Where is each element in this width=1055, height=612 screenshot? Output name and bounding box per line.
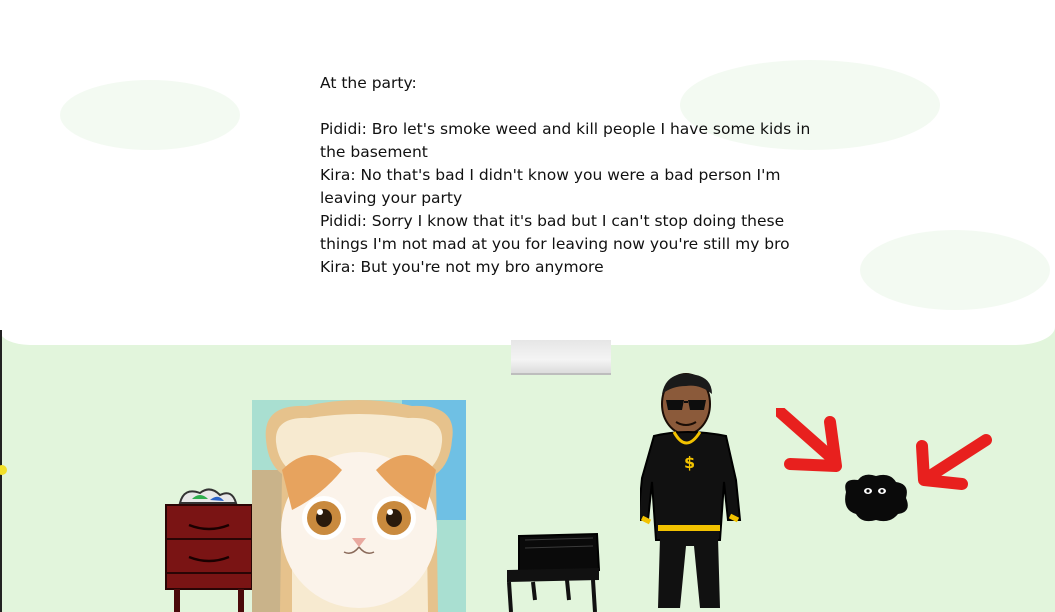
story-line: Pididi: Sorry I know that it's bad but I… xyxy=(320,212,790,253)
story-line: Kira: But you're not my bro anymore xyxy=(320,258,604,276)
black-creature xyxy=(845,474,908,522)
paint-smudge xyxy=(860,230,1050,310)
paint-smudge xyxy=(60,80,240,150)
piano-drawing xyxy=(507,532,600,612)
yellow-dot xyxy=(0,465,7,475)
story-text: At the party: Pididi: Bro let's smoke we… xyxy=(320,72,815,279)
red-arrow-left xyxy=(776,408,842,472)
bread-cat-illustration xyxy=(252,400,466,612)
photo-scrap xyxy=(511,340,611,375)
man-drawing: $ xyxy=(640,373,742,608)
bread-cat-photo xyxy=(252,400,466,612)
drawer-drawing xyxy=(165,488,253,612)
svg-text:$: $ xyxy=(684,453,695,472)
story-intro: At the party: xyxy=(320,74,417,92)
story-line: Kira: No that's bad I didn't know you we… xyxy=(320,166,781,207)
scene: At the party: Pididi: Bro let's smoke we… xyxy=(0,0,1055,612)
story-line: Pididi: Bro let's smoke weed and kill pe… xyxy=(320,120,811,161)
red-arrow-right xyxy=(916,434,992,490)
